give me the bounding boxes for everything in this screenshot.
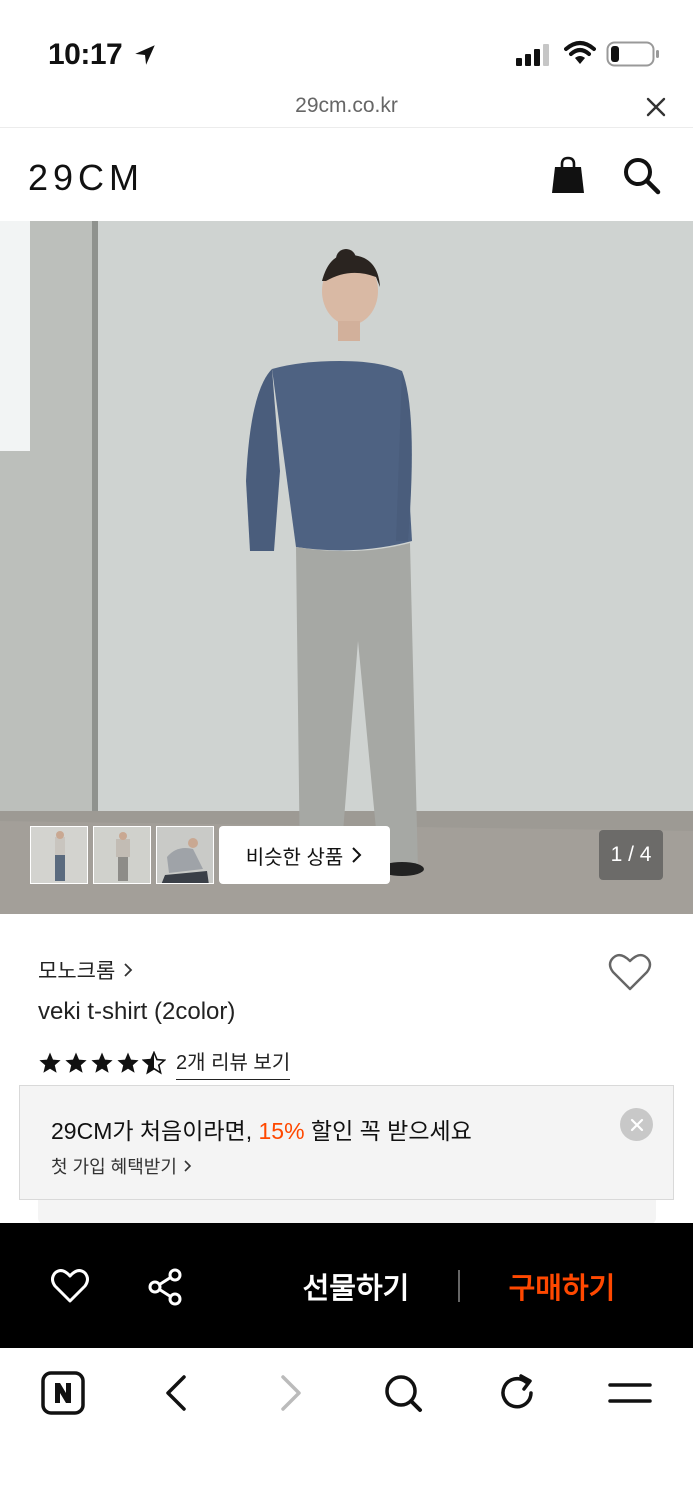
brand-link[interactable]: 모노크롬 <box>38 955 133 985</box>
shopping-bag-icon[interactable] <box>550 156 586 194</box>
browser-search-button[interactable] <box>380 1370 426 1416</box>
star-icon <box>65 1052 87 1073</box>
gallery-thumbnail[interactable] <box>30 826 88 884</box>
battery-icon <box>606 41 659 67</box>
status-time: 10:17 <box>48 38 123 71</box>
promo-discount: 15% <box>258 1118 305 1144</box>
star-icon <box>91 1052 113 1073</box>
menu-button[interactable] <box>607 1370 653 1416</box>
site-header: 29CM <box>0 129 693 221</box>
star-icon <box>117 1052 139 1073</box>
action-divider <box>458 1270 460 1302</box>
back-icon <box>166 1375 186 1411</box>
share-icon[interactable] <box>146 1268 184 1306</box>
promo-close-button[interactable] <box>620 1108 653 1141</box>
reload-icon <box>501 1374 533 1409</box>
reviews-link[interactable]: 2개 리뷰 보기 <box>176 1046 291 1080</box>
site-logo[interactable]: 29CM <box>28 157 144 199</box>
gallery-page-indicator: 1 / 4 <box>599 830 663 880</box>
browser-nav-bar <box>0 1348 693 1500</box>
promo-title: 29CM가 처음이라면, 15% 할인 꼭 받으세요 <box>51 1112 472 1146</box>
heart-icon[interactable] <box>608 952 652 992</box>
close-icon <box>630 1118 643 1131</box>
gallery-thumbnail[interactable] <box>93 826 151 884</box>
chevron-right-icon <box>184 1160 192 1172</box>
search-icon <box>385 1375 422 1412</box>
promo-signup-link[interactable]: 첫 가입 혜택받기 <box>51 1153 192 1179</box>
gift-button[interactable]: 선물하기 <box>284 1265 428 1307</box>
rating-row: 2개 리뷰 보기 <box>38 1046 291 1080</box>
forward-icon <box>281 1375 301 1411</box>
product-name: veki t-shirt (2color) <box>38 998 236 1025</box>
naver-home-button[interactable] <box>40 1370 86 1416</box>
similar-products-button[interactable]: 비슷한 상품 <box>219 826 390 884</box>
signup-promo-banner[interactable]: 29CM가 처음이라면, 15% 할인 꼭 받으세요 첫 가입 혜택받기 <box>19 1085 674 1200</box>
next-section-card <box>38 1200 656 1224</box>
chevron-right-icon <box>352 847 362 863</box>
location-arrow-icon <box>135 45 155 65</box>
product-image[interactable] <box>0 221 693 914</box>
rating-stars <box>38 1051 166 1075</box>
status-bar: 10:17 <box>0 0 693 90</box>
star-icon <box>39 1052 61 1073</box>
similar-products-label: 비슷한 상품 <box>245 846 344 869</box>
promo-subtitle: 첫 가입 혜택받기 <box>51 1157 177 1177</box>
chevron-right-icon <box>124 963 133 977</box>
reload-button[interactable] <box>494 1370 540 1416</box>
promo-title-before: 29CM가 처음이라면, <box>51 1118 259 1144</box>
promo-title-after: 할인 꼭 받으세요 <box>304 1118 472 1144</box>
back-button[interactable] <box>153 1370 199 1416</box>
star-half-icon <box>142 1051 166 1075</box>
forward-button[interactable] <box>268 1370 314 1416</box>
purchase-button[interactable]: 구매하기 <box>490 1265 634 1307</box>
brand-name: 모노크롬 <box>38 960 116 983</box>
signal-icon <box>516 44 549 66</box>
gallery-thumbnail[interactable] <box>156 826 214 884</box>
wifi-icon <box>564 41 596 64</box>
heart-icon[interactable] <box>50 1268 90 1304</box>
browser-url-bar: 29cm.co.kr <box>0 88 693 128</box>
close-icon[interactable] <box>645 96 667 118</box>
search-icon[interactable] <box>622 156 662 196</box>
naver-icon <box>41 1371 85 1415</box>
url-text[interactable]: 29cm.co.kr <box>0 94 693 118</box>
menu-icon <box>608 1383 652 1403</box>
